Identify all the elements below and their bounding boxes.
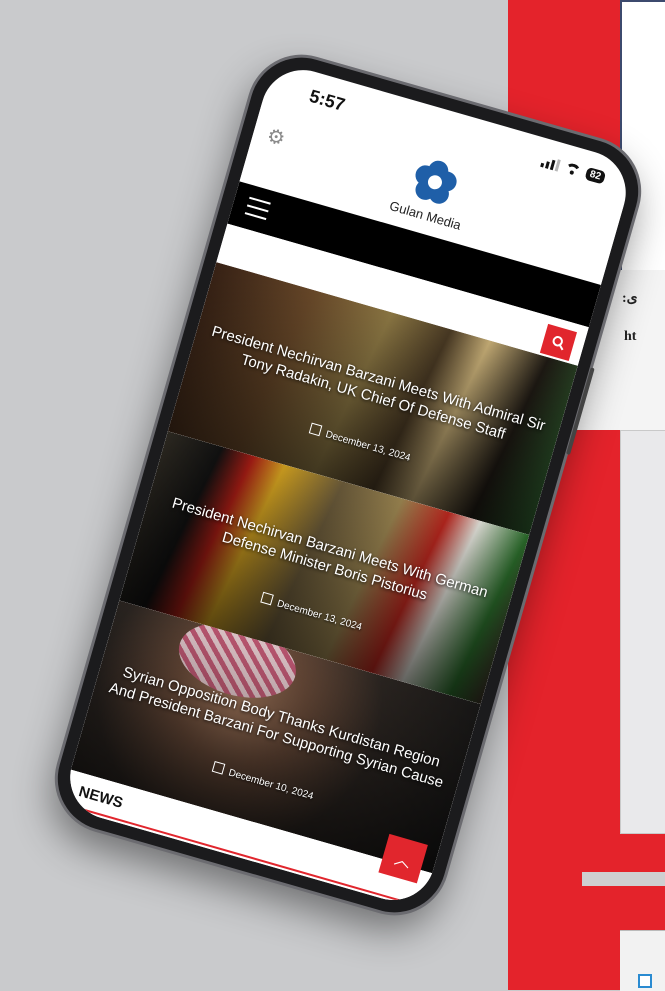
- poster-frame: [620, 0, 665, 283]
- calendar-icon: [259, 591, 274, 606]
- wifi-icon: [563, 161, 582, 177]
- poster-text-2: ht: [624, 329, 637, 344]
- signal-icon: [540, 155, 561, 172]
- poster-text-1: :ی: [622, 291, 638, 306]
- gear-icon[interactable]: ⚙: [264, 125, 290, 151]
- calendar-icon: [308, 422, 322, 437]
- site-logo[interactable]: Gulan Media: [388, 150, 477, 233]
- poster-strip: [582, 872, 665, 886]
- calendar-icon: [211, 760, 225, 775]
- section-title: NEWS: [76, 783, 125, 812]
- flower-logo: [415, 160, 457, 204]
- status-icons: 82: [540, 154, 607, 185]
- battery-icon: 82: [584, 166, 607, 185]
- search-icon: [552, 336, 564, 351]
- status-time: 5:57: [307, 85, 348, 115]
- poster-chip: [638, 974, 652, 988]
- hamburger-icon[interactable]: [244, 196, 271, 221]
- chevron-up-icon: ︿: [392, 850, 413, 872]
- poster-panel: [620, 430, 665, 834]
